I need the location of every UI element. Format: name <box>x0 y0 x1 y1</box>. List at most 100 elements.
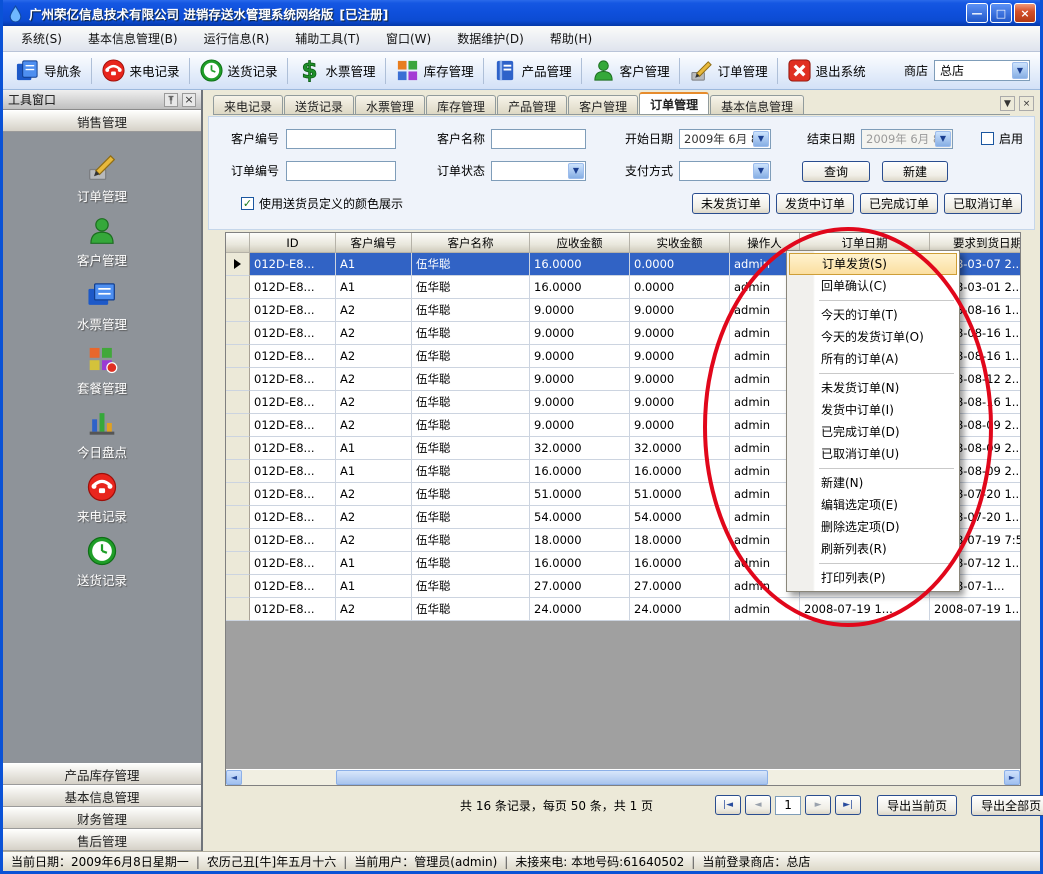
table-row[interactable]: 012D-E8...A2伍华聪24.000024.0000admin2008-0… <box>226 598 1021 621</box>
context-menu-item[interactable]: 已完成订单(D) <box>789 421 957 443</box>
tab-送货记录[interactable]: 送货记录 <box>284 95 354 114</box>
toolbar-button[interactable]: 送货记录 <box>193 55 284 86</box>
row-selector[interactable] <box>226 322 250 345</box>
menu-item[interactable]: 运行信息(R) <box>192 26 282 51</box>
tab-水票管理[interactable]: 水票管理 <box>355 95 425 114</box>
tab-客户管理[interactable]: 客户管理 <box>568 95 638 114</box>
menu-item[interactable]: 基本信息管理(B) <box>76 26 190 51</box>
column-header[interactable]: 应收金额 <box>530 233 630 253</box>
query-button[interactable]: 查询 <box>802 161 870 182</box>
scroll-left-icon[interactable]: ◄ <box>226 770 242 785</box>
context-menu-item[interactable]: 打印列表(P) <box>789 567 957 589</box>
context-menu-item[interactable]: 已取消订单(U) <box>789 443 957 465</box>
scroll-right-icon[interactable]: ► <box>1004 770 1020 785</box>
toolbar-button[interactable]: 产品管理 <box>487 55 578 86</box>
export-current-button[interactable]: 导出当前页 <box>877 795 957 816</box>
pay-method-dropdown[interactable]: ▼ <box>679 161 771 181</box>
maximize-button[interactable]: □ <box>990 3 1012 23</box>
tab-库存管理[interactable]: 库存管理 <box>426 95 496 114</box>
row-selector[interactable] <box>226 253 250 276</box>
enable-checkbox[interactable] <box>981 132 994 145</box>
toolbar-button[interactable]: 退出系统 <box>781 55 872 86</box>
tab-产品管理[interactable]: 产品管理 <box>497 95 567 114</box>
chevron-down-icon[interactable]: ▼ <box>568 163 584 179</box>
chevron-down-icon[interactable]: ▼ <box>753 163 769 179</box>
sidebar-group-sales[interactable]: 销售管理 <box>3 110 201 132</box>
order-status-dropdown[interactable]: ▼ <box>491 161 586 181</box>
customer-no-input[interactable] <box>286 129 396 149</box>
row-selector[interactable] <box>226 345 250 368</box>
status-filter-button[interactable]: 已完成订单 <box>860 193 938 214</box>
context-menu-item[interactable]: 删除选定项(D) <box>789 516 957 538</box>
tab-close-icon[interactable]: × <box>1019 96 1034 111</box>
row-selector[interactable] <box>226 552 250 575</box>
sidebar-item[interactable]: 水票管理 <box>42 278 162 334</box>
last-page-button[interactable]: ►| <box>835 795 861 815</box>
start-date-picker[interactable]: 2009年 6月 8日 ▼ <box>679 129 771 149</box>
customer-name-input[interactable] <box>491 129 586 149</box>
menu-item[interactable]: 辅助工具(T) <box>283 26 372 51</box>
column-header[interactable]: 实收金额 <box>630 233 730 253</box>
context-menu-item[interactable]: 回单确认(C) <box>789 275 957 297</box>
row-selector[interactable] <box>226 506 250 529</box>
close-button[interactable]: × <box>1014 3 1036 23</box>
status-filter-button[interactable]: 未发货订单 <box>692 193 770 214</box>
sidebar-item[interactable]: 订单管理 <box>42 150 162 206</box>
horizontal-scrollbar[interactable]: ◄ ► <box>226 769 1020 785</box>
chevron-down-icon[interactable]: ▼ <box>935 131 951 147</box>
row-selector[interactable] <box>226 299 250 322</box>
row-selector[interactable] <box>226 391 250 414</box>
sidebar-item[interactable]: 送货记录 <box>42 534 162 590</box>
toolbar-button[interactable]: 客户管理 <box>585 55 676 86</box>
sidebar-group[interactable]: 财务管理 <box>3 807 201 829</box>
tab-来电记录[interactable]: 来电记录 <box>213 95 283 114</box>
new-button[interactable]: 新建 <box>882 161 948 182</box>
chevron-down-icon[interactable]: ▼ <box>753 131 769 147</box>
context-menu-item[interactable]: 今天的发货订单(O) <box>789 326 957 348</box>
row-selector[interactable] <box>226 276 250 299</box>
toolbar-button[interactable]: 来电记录 <box>95 55 186 86</box>
context-menu-item[interactable]: 今天的订单(T) <box>789 304 957 326</box>
order-no-input[interactable] <box>286 161 396 181</box>
status-filter-button[interactable]: 已取消订单 <box>944 193 1022 214</box>
row-selector[interactable] <box>226 437 250 460</box>
context-menu-item[interactable]: 新建(N) <box>789 472 957 494</box>
context-menu-item[interactable]: 刷新列表(R) <box>789 538 957 560</box>
row-selector[interactable] <box>226 575 250 598</box>
close-icon[interactable]: × <box>182 93 196 107</box>
menu-item[interactable]: 数据维护(D) <box>445 26 536 51</box>
status-filter-button[interactable]: 发货中订单 <box>776 193 854 214</box>
menu-item[interactable]: 窗口(W) <box>374 26 443 51</box>
menu-item[interactable]: 帮助(H) <box>538 26 604 51</box>
context-menu-item[interactable]: 编辑选定项(E) <box>789 494 957 516</box>
row-selector[interactable] <box>226 368 250 391</box>
sidebar-group[interactable]: 基本信息管理 <box>3 785 201 807</box>
minimize-button[interactable]: — <box>966 3 988 23</box>
prev-page-button[interactable]: ◄ <box>745 795 771 815</box>
sidebar-group[interactable]: 产品库存管理 <box>3 763 201 785</box>
context-menu-item[interactable]: 发货中订单(I) <box>789 399 957 421</box>
context-menu-item[interactable]: 未发货订单(N) <box>789 377 957 399</box>
export-all-button[interactable]: 导出全部页 <box>971 795 1043 816</box>
context-menu-item[interactable]: 所有的订单(A) <box>789 348 957 370</box>
pin-icon[interactable] <box>164 93 178 107</box>
color-checkbox[interactable]: ✓ <box>241 197 254 210</box>
sidebar-item[interactable]: 今日盘点 <box>42 406 162 462</box>
row-selector[interactable] <box>226 598 250 621</box>
row-selector[interactable] <box>226 529 250 552</box>
row-selector[interactable] <box>226 483 250 506</box>
column-header[interactable]: 客户名称 <box>412 233 530 253</box>
next-page-button[interactable]: ► <box>805 795 831 815</box>
page-number-input[interactable]: 1 <box>775 796 801 815</box>
end-date-picker[interactable]: 2009年 6月 8日 ▼ <box>861 129 953 149</box>
menu-item[interactable]: 系统(S) <box>9 26 74 51</box>
row-selector[interactable] <box>226 460 250 483</box>
chevron-down-icon[interactable]: ▼ <box>1012 62 1028 79</box>
column-header[interactable]: ID <box>250 233 336 253</box>
sidebar-item[interactable]: 来电记录 <box>42 470 162 526</box>
context-menu-item[interactable]: 订单发货(S) <box>789 253 957 275</box>
row-selector[interactable] <box>226 414 250 437</box>
tab-menu-arrow-icon[interactable]: ▼ <box>1000 96 1015 111</box>
sidebar-group[interactable]: 售后管理 <box>3 829 201 851</box>
tab-基本信息管理[interactable]: 基本信息管理 <box>710 95 804 114</box>
